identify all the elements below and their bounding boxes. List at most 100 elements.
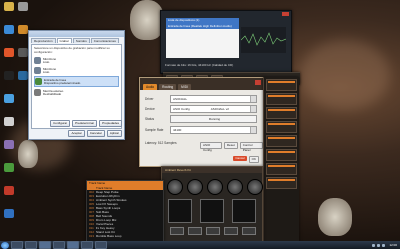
pad-button[interactable] [242, 227, 256, 235]
latency-label: Latency: 512 Samples [145, 141, 177, 145]
xy-pad[interactable] [232, 199, 256, 223]
dialog-footer: Aceptar Cancelar Aplicar [68, 130, 122, 137]
device-item[interactable]: Micrófono Listo [34, 66, 119, 75]
knob[interactable] [227, 179, 243, 195]
taskbar-app[interactable] [67, 241, 79, 249]
device-list-description: Seleccione un dispositivo de grabación p… [34, 46, 110, 54]
device-select[interactable]: ASIO Config ASIO4ALL v2 [170, 105, 257, 113]
sample-rate-field: Sample Rate 44100 [145, 126, 257, 134]
desktop-icon[interactable] [2, 209, 16, 223]
tab-audio[interactable]: Audio [143, 84, 158, 90]
device-item-selected[interactable]: Entrada de línea Dispositivo predetermina… [34, 76, 119, 87]
taskbar-app[interactable] [11, 241, 23, 249]
xy-pad[interactable] [168, 199, 192, 223]
desktop-icon[interactable] [2, 48, 16, 62]
cancel-button[interactable]: Cancel [233, 156, 247, 161]
start-button[interactable] [1, 241, 9, 249]
control-panel-button[interactable]: Control Panel [239, 142, 263, 152]
taskbar-app[interactable] [39, 241, 51, 249]
rack-slot[interactable] [266, 121, 297, 133]
desktop-icon[interactable] [2, 2, 16, 16]
knob[interactable] [207, 179, 223, 195]
ok-button[interactable]: OK [248, 156, 259, 163]
sample-rate-value: 44100 [173, 128, 182, 132]
chevron-down-icon [250, 127, 256, 133]
rack-slot[interactable] [266, 93, 297, 105]
status-field: Status Running [145, 115, 257, 123]
desktop-icon[interactable] [2, 140, 16, 154]
track-number: 013 [89, 234, 95, 238]
tab-routing[interactable]: Routing [159, 84, 177, 90]
wallpaper-skull [130, 0, 164, 40]
pad-button[interactable] [224, 227, 238, 235]
properties-button[interactable]: Propiedades [99, 120, 122, 127]
track-item[interactable]: 013 Rumble Bass Loop [87, 234, 163, 238]
device-value-secondary: ASIO4ALL v2 [210, 107, 229, 111]
xy-pad[interactable] [200, 199, 224, 223]
rack-slot[interactable] [266, 135, 297, 147]
set-default-button[interactable]: Predeterminar [72, 120, 98, 127]
network-icon[interactable] [377, 243, 381, 247]
rack-slot[interactable] [266, 79, 297, 91]
microphone-icon [34, 67, 41, 74]
plugin-rack [263, 77, 299, 242]
close-icon[interactable] [255, 80, 261, 85]
pad-button[interactable] [188, 227, 202, 235]
apply-button[interactable]: Aplicar [106, 130, 122, 137]
pad-button[interactable] [206, 227, 220, 235]
asio-config-button[interactable]: ASIO Config [200, 142, 222, 152]
sample-rate-select[interactable]: 44100 [170, 126, 257, 134]
desktop-icon[interactable] [2, 163, 16, 177]
reset-button[interactable]: Reset [223, 142, 238, 149]
knob[interactable] [247, 179, 263, 195]
format-caption: Formato de bits: 16 bits, 44100 Hz (Cali… [165, 63, 234, 67]
tray-icon[interactable] [372, 243, 376, 247]
cancel-button[interactable]: Cancelar [86, 130, 105, 137]
desktop-icon[interactable] [2, 94, 16, 108]
driver-field: Driver ASIO4ALL [145, 95, 257, 103]
desktop-icon[interactable] [2, 71, 16, 85]
configure-button[interactable]: Configurar [50, 120, 71, 127]
tab-playback[interactable]: Reproducción [31, 38, 56, 43]
tab-sounds[interactable]: Sonidos [72, 38, 90, 43]
rack-slot[interactable] [266, 107, 297, 119]
device-item[interactable]: Mezcla estéreo Deshabilitado [34, 88, 119, 97]
knob[interactable] [167, 179, 183, 195]
pad-button[interactable] [170, 227, 184, 235]
rack-slot[interactable] [266, 163, 297, 175]
device-item[interactable]: Micrófono Listo [34, 56, 119, 65]
rack-slot[interactable] [266, 149, 297, 161]
taskbar-app[interactable] [25, 241, 37, 249]
audio-settings-window: Audio Routing MIDI Driver ASIO4ALL Devic… [139, 77, 264, 167]
volume-icon[interactable] [382, 243, 386, 247]
desktop-icon[interactable] [2, 117, 16, 131]
device-row-selected[interactable]: Entrada de línea (Realtek High Definitio… [166, 23, 239, 29]
driver-select[interactable]: ASIO4ALL [170, 95, 257, 103]
wallpaper-skull [318, 198, 352, 236]
rack-led [268, 109, 295, 111]
desktop-icon[interactable] [2, 25, 16, 39]
taskbar-app[interactable] [81, 241, 93, 249]
device-status: Deshabilitado [43, 91, 62, 96]
tab-recording[interactable]: Grabar [56, 38, 72, 43]
clock[interactable]: 12:00 [389, 243, 397, 247]
system-tray: 12:00 [372, 243, 400, 247]
desktop-icon[interactable] [2, 186, 16, 200]
taskbar-app[interactable] [53, 241, 65, 249]
audio-settings-tabs: Audio Routing MIDI [140, 78, 263, 90]
tab-communications[interactable]: Comunicaciones [90, 38, 119, 43]
knob[interactable] [187, 179, 203, 195]
close-icon[interactable] [282, 12, 289, 16]
taskbar: 12:00 [0, 241, 400, 249]
taskbar-app[interactable] [95, 241, 107, 249]
rack-slot[interactable] [266, 177, 297, 189]
app-icon [4, 163, 14, 172]
device-list: Lista de dispositivos (1) Entrada de lín… [166, 18, 239, 58]
sample-rate-label: Sample Rate [145, 128, 164, 132]
tab-midi[interactable]: MIDI [178, 84, 191, 90]
app-icon [4, 117, 14, 126]
rack-led [268, 151, 295, 153]
status-label: Status [145, 117, 155, 121]
desktop-icon[interactable] [16, 2, 30, 16]
accept-button[interactable]: Aceptar [68, 130, 85, 137]
